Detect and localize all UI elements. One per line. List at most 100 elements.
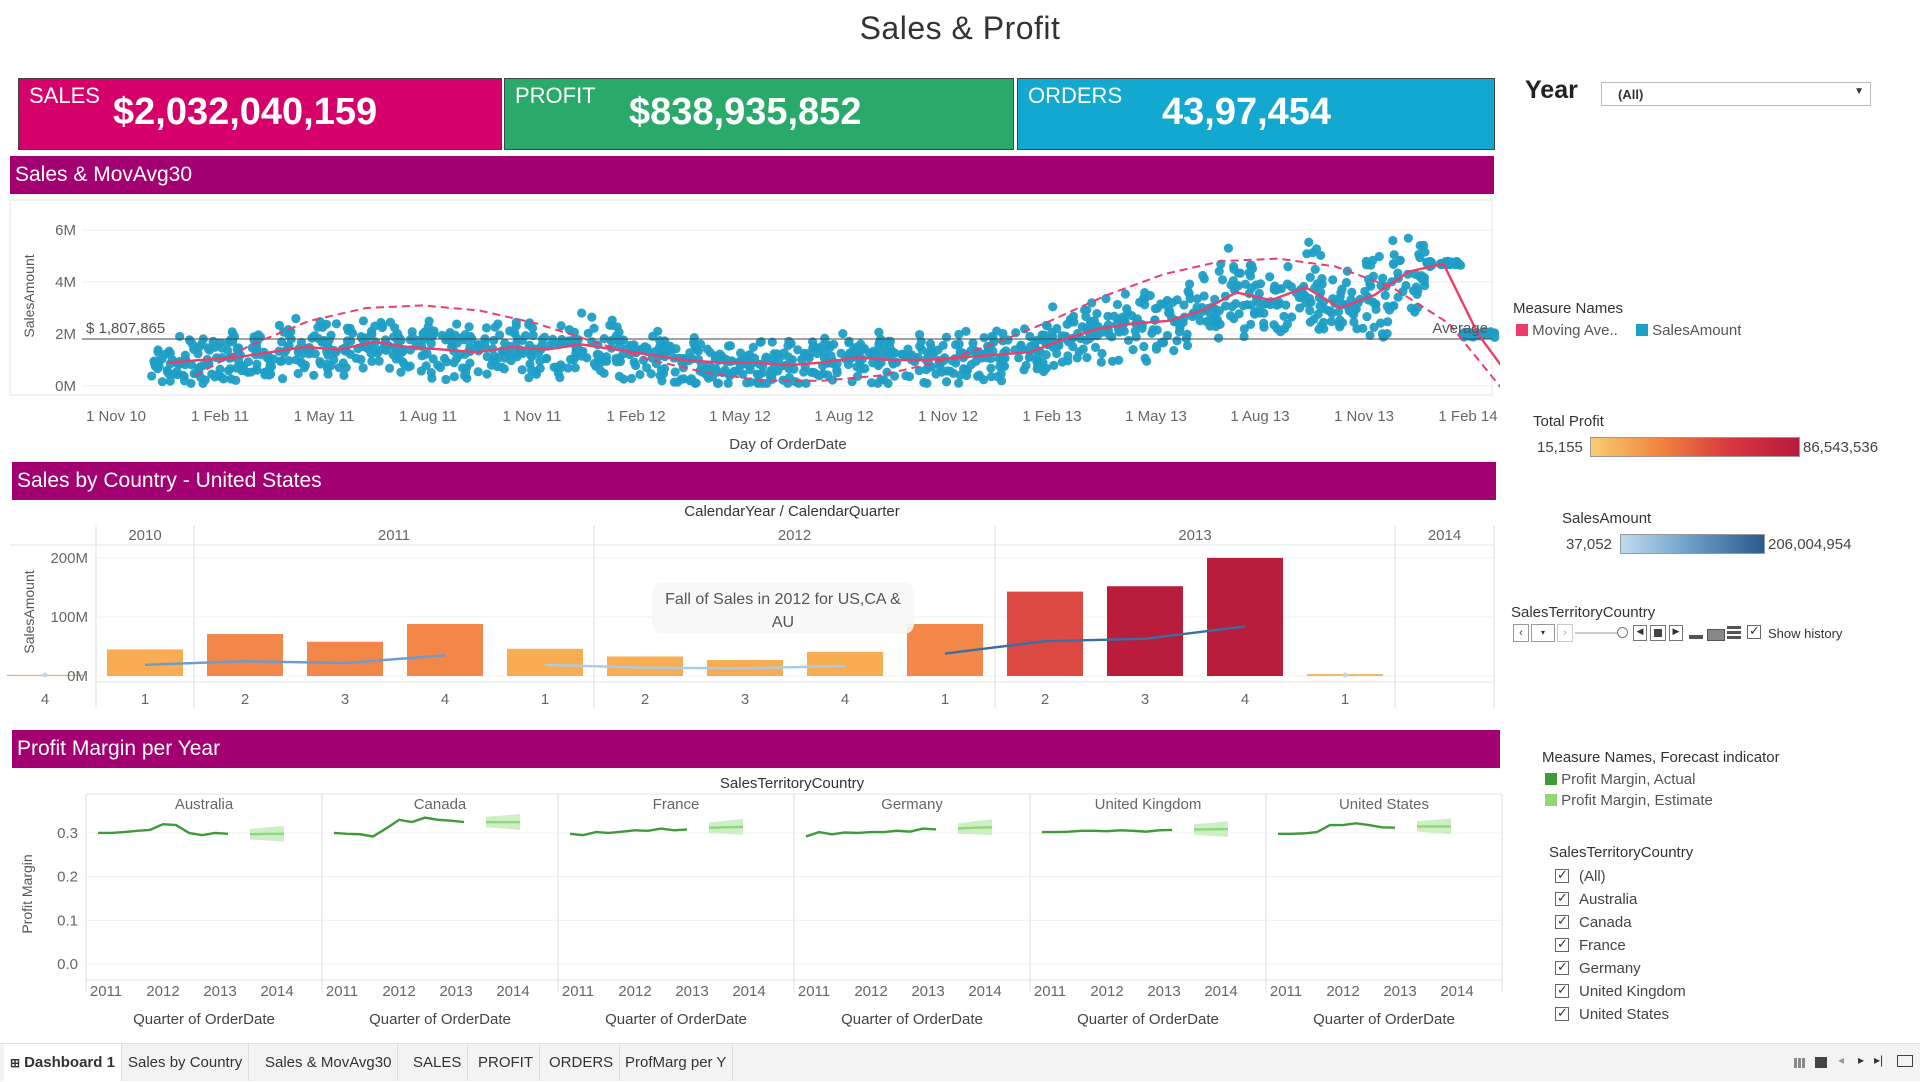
sales-point bbox=[185, 336, 194, 345]
sales-point bbox=[1139, 342, 1148, 351]
sales-point bbox=[339, 371, 348, 380]
kpi-sales-label: SALES bbox=[29, 83, 100, 109]
sales-point bbox=[166, 377, 175, 386]
filter-checkbox[interactable] bbox=[1555, 915, 1569, 929]
sales-point bbox=[367, 329, 376, 338]
filter-option[interactable]: Germany bbox=[1555, 960, 1795, 980]
x-tick-label: 1 Feb 11 bbox=[191, 408, 249, 425]
x-tick-label: 2013 bbox=[675, 983, 708, 1000]
sales-point bbox=[736, 348, 745, 357]
kpi-orders-label: ORDERS bbox=[1028, 83, 1122, 109]
kpi-orders[interactable]: ORDERS 43,97,454 bbox=[1017, 78, 1495, 150]
page-control[interactable]: ‹ ▾ › ◀ ▶ Show history bbox=[1513, 624, 1853, 642]
tab-sales[interactable]: SALES bbox=[407, 1044, 468, 1081]
country-chart[interactable]: CalendarYear / CalendarQuarter2010201120… bbox=[0, 500, 1500, 712]
filter-option[interactable]: United Kingdom bbox=[1555, 983, 1795, 1003]
tab-dashboard-1[interactable]: ⊞Dashboard 1 bbox=[4, 1044, 122, 1081]
tab-profmarg-per-y[interactable]: ProfMarg per Y bbox=[619, 1044, 733, 1081]
page-slider[interactable] bbox=[1575, 632, 1619, 634]
stop-icon[interactable] bbox=[1650, 625, 1666, 641]
sales-point bbox=[1259, 323, 1268, 332]
kpi-profit[interactable]: PROFIT $838,935,852 bbox=[504, 78, 1014, 150]
legend-measure-names-item[interactable]: Moving Ave.. bbox=[1516, 322, 1618, 339]
x-tick-label: 1 Aug 11 bbox=[399, 408, 457, 425]
speed-medium-icon[interactable] bbox=[1707, 629, 1725, 641]
sales-point bbox=[1319, 304, 1328, 313]
legend-total-profit-title: Total Profit bbox=[1533, 413, 1604, 430]
legend-swatch bbox=[1545, 773, 1557, 785]
x-tick-label: 2011 bbox=[1270, 983, 1302, 1000]
speed-fast-icon[interactable] bbox=[1727, 626, 1741, 639]
panel-header: SalesTerritoryCountry bbox=[720, 775, 865, 792]
filter-option[interactable]: Australia bbox=[1555, 891, 1795, 911]
tab-sales-by-country[interactable]: Sales by Country bbox=[122, 1044, 249, 1081]
filmstrip-icon[interactable] bbox=[1815, 1057, 1827, 1068]
legend-forecast-item[interactable]: Profit Margin, Actual bbox=[1545, 771, 1695, 788]
filter-checkbox[interactable] bbox=[1555, 961, 1569, 975]
quarter-tick-label: 4 bbox=[841, 691, 849, 708]
grid-view-icon[interactable] bbox=[1794, 1058, 1806, 1068]
legend-measure-names-item[interactable]: SalesAmount bbox=[1636, 322, 1741, 339]
next-sheet-icon[interactable]: ▸ bbox=[1858, 1053, 1864, 1067]
filter-option[interactable]: (All) bbox=[1555, 868, 1795, 888]
x-tick-label: 2014 bbox=[968, 983, 1001, 1000]
margin-estimate-line bbox=[709, 827, 743, 828]
filter-checkbox[interactable] bbox=[1555, 1007, 1569, 1021]
x-tick-label: 2012 bbox=[854, 983, 887, 1000]
legend-swatch bbox=[1636, 324, 1648, 336]
chevron-left-icon[interactable]: ‹ bbox=[1513, 624, 1529, 642]
sales-point bbox=[688, 354, 697, 363]
step-back-icon[interactable]: ◀ bbox=[1633, 625, 1647, 641]
sales-point bbox=[445, 328, 454, 337]
filter-option[interactable]: France bbox=[1555, 937, 1795, 957]
sales-point bbox=[357, 332, 366, 341]
filter-option[interactable]: United States bbox=[1555, 1006, 1795, 1026]
sales-point bbox=[767, 375, 776, 384]
sales-point bbox=[450, 372, 459, 381]
slider-handle-icon[interactable] bbox=[1617, 627, 1628, 638]
sales-point bbox=[427, 374, 436, 383]
sales-point bbox=[1025, 332, 1034, 341]
year-filter-dropdown[interactable]: (All) ▼ bbox=[1601, 82, 1871, 106]
filter-checkbox[interactable] bbox=[1555, 892, 1569, 906]
sales-point bbox=[482, 323, 491, 332]
tab-sales-movavg30[interactable]: Sales & MovAvg30 bbox=[259, 1044, 398, 1081]
legend-sales-amount-title: SalesAmount bbox=[1562, 510, 1651, 527]
margin-chart[interactable]: SalesTerritoryCountryProfit Margin0.00.1… bbox=[0, 770, 1510, 1040]
filter-checkbox[interactable] bbox=[1555, 869, 1569, 883]
kpi-sales[interactable]: SALES $2,032,040,159 bbox=[18, 78, 502, 150]
quarter-tick-label: 1 bbox=[941, 691, 949, 708]
average-value-label: $ 1,807,865 bbox=[86, 320, 165, 337]
sales-point bbox=[501, 354, 510, 363]
sales-point bbox=[422, 361, 431, 370]
filter-option[interactable]: Canada bbox=[1555, 914, 1795, 934]
sales-point bbox=[679, 374, 688, 383]
chevron-right-icon[interactable]: › bbox=[1557, 624, 1573, 642]
tab-orders[interactable]: ORDERS bbox=[543, 1044, 620, 1081]
sales-point bbox=[883, 379, 892, 388]
last-sheet-icon[interactable]: ▸| bbox=[1874, 1053, 1883, 1067]
sales-point bbox=[1123, 308, 1132, 317]
step-forward-icon[interactable]: ▶ bbox=[1669, 625, 1683, 641]
sales-point bbox=[216, 365, 225, 374]
sales-bar bbox=[407, 624, 483, 676]
prev-sheet-icon[interactable]: ◂ bbox=[1838, 1053, 1844, 1067]
sales-point bbox=[962, 371, 971, 380]
x-tick-label: 2014 bbox=[260, 983, 293, 1000]
filter-checkbox[interactable] bbox=[1555, 938, 1569, 952]
sales-point bbox=[527, 365, 536, 374]
legend-label: Profit Margin, Estimate bbox=[1561, 792, 1713, 809]
filter-checkbox[interactable] bbox=[1555, 984, 1569, 998]
presentation-icon[interactable] bbox=[1897, 1055, 1913, 1067]
y-axis-label: SalesAmount bbox=[21, 254, 37, 337]
movavg-chart[interactable]: 0M2M4M6MSalesAmount1 Nov 101 Feb 111 May… bbox=[0, 196, 1500, 458]
tab-profit[interactable]: PROFIT bbox=[472, 1044, 540, 1081]
legend-forecast-item[interactable]: Profit Margin, Estimate bbox=[1545, 792, 1713, 809]
page-dropdown[interactable]: ▾ bbox=[1531, 624, 1555, 642]
y-tick-label: 4M bbox=[55, 274, 76, 291]
show-history-checkbox[interactable] bbox=[1747, 625, 1761, 639]
panel-title: Australia bbox=[175, 796, 234, 813]
speed-slow-icon[interactable] bbox=[1689, 635, 1703, 639]
sales-point bbox=[158, 377, 167, 386]
legend-sales-amount-max: 206,004,954 bbox=[1768, 536, 1851, 553]
